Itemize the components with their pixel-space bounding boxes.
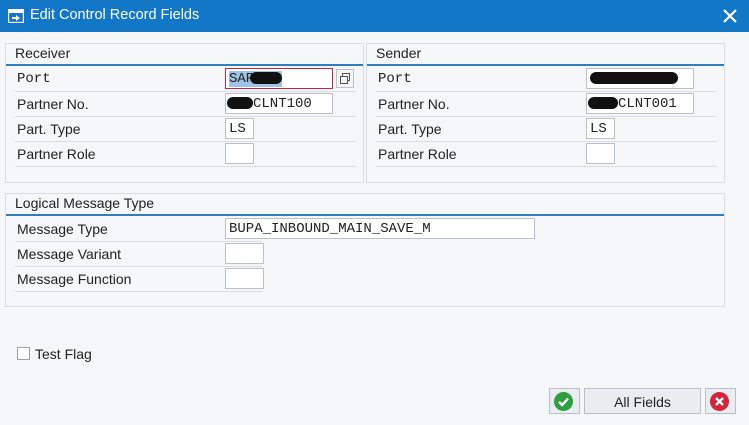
sender-group: Sender Port Partner No. Part. Type Partn… (366, 43, 725, 183)
all-fields-label: All Fields (614, 394, 671, 410)
value-help-button[interactable] (336, 69, 354, 88)
redacted-mark (227, 97, 253, 110)
logical-message-title: Logical Message Type (15, 195, 155, 211)
receiver-partner-role-label: Partner Role (17, 146, 96, 162)
message-function-field[interactable] (225, 268, 264, 289)
sender-part-type-row: Part. Type (376, 118, 717, 142)
cancel-icon (710, 392, 729, 411)
receiver-part-type-row: Part. Type (15, 118, 356, 142)
redacted-mark (250, 72, 283, 85)
sender-partner-role-field[interactable] (586, 143, 615, 164)
logical-message-header: Logical Message Type (6, 194, 724, 216)
receiver-part-type-value: LS (229, 121, 246, 137)
sender-part-type-label: Part. Type (378, 121, 442, 137)
message-function-label: Message Function (17, 271, 132, 287)
title-bar: Edit Control Record Fields (0, 0, 749, 32)
checkmark-icon (554, 392, 573, 411)
sender-partner-no-label: Partner No. (378, 96, 450, 112)
sender-partner-no-field[interactable]: CLNT001 (586, 93, 694, 114)
cancel-button[interactable] (705, 388, 736, 414)
redacted-mark (590, 72, 678, 85)
sender-port-field[interactable] (586, 68, 694, 89)
receiver-group: Receiver Port Partner No. Part. Type Par… (5, 43, 364, 183)
sender-partner-role-label: Partner Role (378, 146, 457, 162)
receiver-part-type-label: Part. Type (17, 121, 81, 137)
receiver-part-type-field[interactable]: LS (225, 118, 254, 139)
receiver-port-field[interactable]: SAP (225, 68, 333, 89)
receiver-partner-role-row: Partner Role (15, 143, 356, 167)
message-variant-label: Message Variant (17, 246, 122, 262)
test-flag-checkbox[interactable] (17, 347, 30, 360)
sender-title: Sender (376, 45, 422, 61)
message-type-field[interactable]: BUPA_INBOUND_MAIN_SAVE_M (225, 218, 535, 239)
receiver-port-label: Port (17, 71, 51, 87)
message-type-label: Message Type (17, 221, 108, 237)
sender-header: Sender (367, 44, 724, 66)
redacted-mark (588, 97, 618, 110)
sender-part-type-value: LS (590, 121, 607, 137)
window-icon (7, 8, 25, 26)
message-variant-field[interactable] (225, 243, 264, 264)
close-icon[interactable] (721, 5, 739, 25)
confirm-button[interactable] (549, 388, 580, 414)
sender-part-type-field[interactable]: LS (586, 118, 615, 139)
receiver-partner-no-label: Partner No. (17, 96, 89, 112)
receiver-partner-role-field[interactable] (225, 143, 254, 164)
receiver-title: Receiver (15, 45, 71, 61)
sender-partner-no-value: CLNT001 (618, 96, 677, 112)
sender-partner-role-row: Partner Role (376, 143, 717, 167)
all-fields-button[interactable]: All Fields (584, 388, 701, 414)
sender-port-label: Port (378, 71, 412, 87)
receiver-header: Receiver (6, 44, 363, 66)
receiver-partner-no-value: CLNT100 (253, 96, 312, 112)
logical-message-group: Logical Message Type Message Type Messag… (5, 193, 725, 307)
window-title: Edit Control Record Fields (30, 7, 200, 23)
test-flag-label: Test Flag (35, 346, 92, 362)
message-type-value: BUPA_INBOUND_MAIN_SAVE_M (229, 221, 431, 237)
receiver-partner-no-field[interactable]: CLNT100 (225, 93, 333, 114)
